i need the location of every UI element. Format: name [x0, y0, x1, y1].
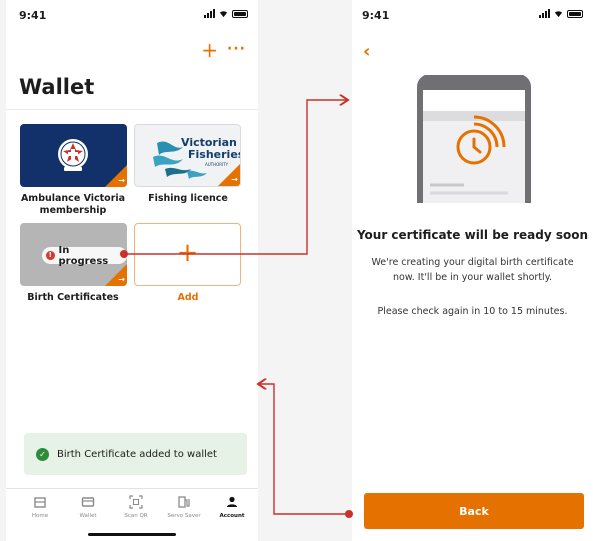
tab-servo-saver[interactable]: Servo Saver [161, 495, 207, 519]
status-icons [539, 9, 583, 18]
toast-message: Birth Certificate added to wallet [57, 448, 217, 460]
certificate-check-again: Please check again in 10 to 15 minutes. [377, 306, 568, 317]
certificate-title: Your certificate will be ready soon [356, 228, 589, 242]
arrow-right-icon: → [231, 175, 238, 184]
tab-account-label: Account [219, 513, 245, 519]
alert-icon: ! [46, 251, 55, 260]
success-toast: ✓ Birth Certificate added to wallet [24, 433, 247, 475]
plus-icon: + [176, 238, 199, 268]
arrow-right-icon: → [118, 275, 125, 284]
card-label-birth: Birth Certificates [27, 292, 119, 303]
battery-icon [567, 9, 583, 18]
status-time: 9:41 [362, 9, 390, 22]
page-title: Wallet [19, 75, 95, 99]
tab-scan-qr[interactable]: Scan QR [113, 495, 159, 519]
connector-back-to-wallet [258, 384, 349, 515]
status-icons [204, 9, 248, 18]
check-icon: ✓ [36, 447, 49, 461]
wallet-icon [81, 497, 95, 507]
account-icon [227, 496, 237, 507]
phone-clock-illustration [417, 75, 531, 203]
tab-account[interactable]: Account [209, 495, 255, 519]
tab-wallet[interactable]: Wallet [65, 495, 111, 519]
signal-icon [539, 9, 550, 18]
card-label-fishing: Fishing licence [148, 193, 228, 204]
signal-icon [204, 9, 215, 18]
status-bar: 9:41 [6, 0, 258, 30]
tab-scan-qr-label: Scan QR [124, 513, 148, 519]
battery-icon [232, 9, 248, 18]
tab-home-label: Home [31, 513, 49, 519]
add-document-button[interactable]: + [201, 40, 218, 60]
status-badge: ! In progress [42, 245, 127, 267]
card-fishing-licence[interactable]: Victorian Fisheries AUTHORITY → [134, 124, 241, 187]
home-indicator [88, 533, 176, 536]
card-birth-certificates[interactable]: ! In progress → [20, 223, 127, 286]
back-button[interactable]: Back [364, 493, 584, 529]
tab-home[interactable]: Home [17, 495, 63, 519]
more-options-button[interactable]: ··· [227, 42, 246, 56]
card-label-ambulance: Ambulance Victoria membership [20, 193, 126, 216]
certificate-description: We're creating your digital birth certif… [371, 257, 574, 283]
fuel-icon [178, 496, 190, 508]
status-bar: 9:41 [352, 0, 593, 30]
wifi-icon [554, 11, 563, 18]
status-time: 9:41 [19, 9, 47, 22]
qr-scan-icon [129, 495, 143, 509]
wifi-icon [219, 11, 228, 18]
tab-servo-saver-label: Servo Saver [167, 513, 201, 519]
home-icon [34, 497, 46, 508]
arrow-right-icon: → [118, 176, 125, 185]
card-ambulance-victoria[interactable]: → [20, 124, 127, 187]
fisheries-logo-text-2: Fisheries [188, 148, 241, 161]
certificate-pending-screen: 9:41 ‹ Your certificate will be ready so… [352, 0, 593, 541]
card-add[interactable]: + [134, 223, 241, 286]
back-chevron-button[interactable]: ‹ [363, 43, 370, 61]
divider [6, 109, 258, 110]
tab-wallet-label: Wallet [79, 513, 97, 519]
wallet-screen: 9:41 + ··· Wallet → Ambulance Victoria m… [6, 0, 258, 541]
card-label-add: Add [177, 292, 199, 303]
